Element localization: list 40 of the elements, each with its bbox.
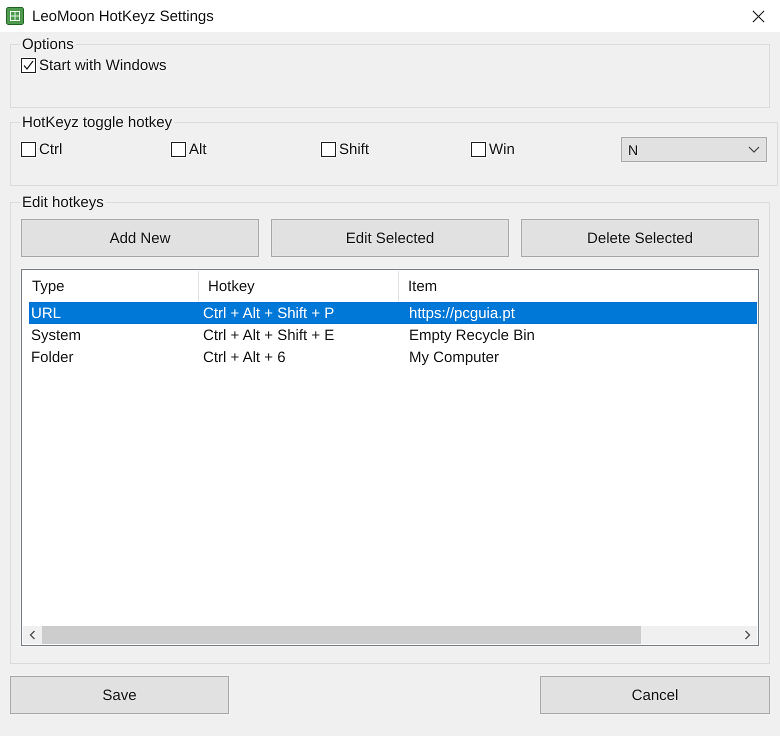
column-header[interactable]: Item [399,271,757,302]
action-button[interactable]: Add New [21,219,259,257]
app-icon [6,7,24,25]
horizontal-scrollbar[interactable] [23,626,757,644]
group-title: Options [21,36,75,53]
scroll-left-icon[interactable] [29,630,36,640]
checkbox[interactable] [471,142,486,157]
table-cell-text: Folder [30,348,75,366]
table-cell-text: URL [30,304,62,322]
checkbox-label: Win [489,141,515,158]
checkbox-label: Ctrl [39,141,62,158]
table-cell-text: System [30,326,82,344]
dialog-button[interactable]: Save [10,676,229,714]
table-row[interactable]: Folder Ctrl + Alt + 6 My Computer [29,346,757,368]
table-cell-text: Ctrl + Alt + Shift + E [202,326,336,344]
action-button[interactable]: Edit Selected [271,219,509,257]
table-cell-text: My Computer [408,348,500,366]
scroll-right-icon[interactable] [744,630,751,640]
checkbox[interactable] [321,142,336,157]
key-dropdown[interactable]: N [621,137,767,162]
table-cell-text: Empty Recycle Bin [408,326,536,344]
table-cell-text: https://pcguia.pt [408,304,516,322]
action-button[interactable]: Delete Selected [521,219,759,257]
table-row[interactable]: URL Ctrl + Alt + Shift + P https://pcguia.pt [29,302,757,324]
table-cell-text: Ctrl + Alt + 6 [202,348,287,366]
window-title: LeoMoon HotKeyz Settings [32,8,214,24]
dialog-button[interactable]: Cancel [540,676,770,714]
checkbox[interactable] [21,142,36,157]
checkbox[interactable] [171,142,186,157]
checkbox[interactable] [21,58,36,73]
checkbox-label: Shift [339,141,370,158]
group-title: Edit hotkeys [21,194,105,211]
table-row[interactable]: System Ctrl + Alt + Shift + E Empty Recycle Bin [29,324,757,346]
checkbox-label: Start with Windows [39,57,167,74]
chevron-down-icon [748,146,760,153]
checkbox-label: Alt [189,141,207,158]
table-cell-text: Ctrl + Alt + Shift + P [202,304,336,322]
group-title: HotKeyz toggle hotkey [21,114,174,131]
scrollbar-thumb[interactable] [42,626,641,644]
close-icon[interactable] [752,10,765,22]
